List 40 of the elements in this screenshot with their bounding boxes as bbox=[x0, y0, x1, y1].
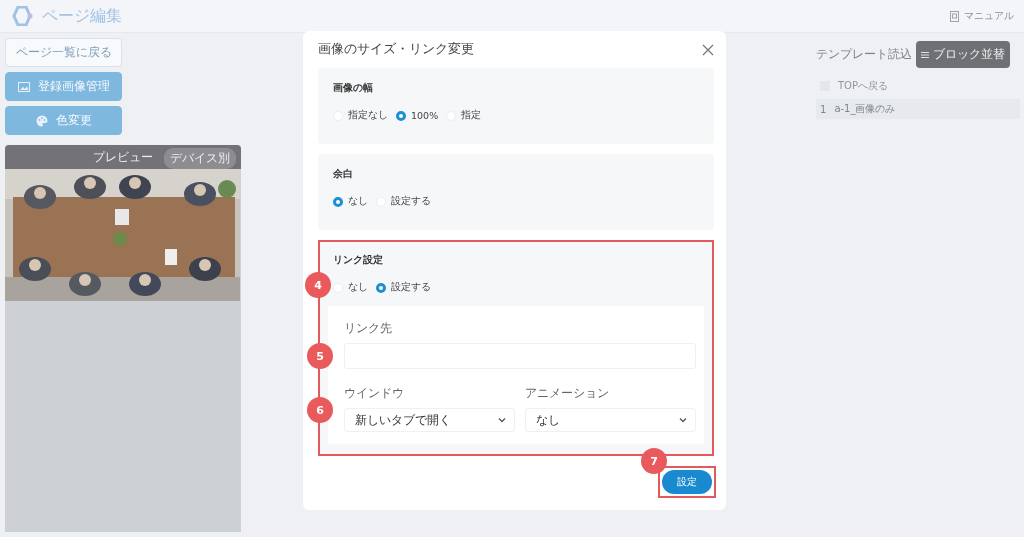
block-item[interactable]: 1 a-1_画像のみ bbox=[816, 99, 1020, 119]
dropdown[interactable]: なし bbox=[525, 408, 696, 432]
radio-option[interactable]: 設定する bbox=[376, 281, 431, 294]
logo-icon bbox=[12, 6, 34, 26]
preview-title: プレビュー bbox=[93, 148, 153, 166]
document-icon bbox=[950, 10, 959, 22]
field-label: リンク先 bbox=[344, 320, 393, 337]
step-number-badge: 6 bbox=[307, 397, 333, 423]
step-number-badge: 4 bbox=[305, 272, 331, 298]
radio-option[interactable]: なし bbox=[333, 281, 368, 294]
device-button[interactable]: デバイス別 bbox=[164, 148, 236, 169]
palette-icon bbox=[35, 114, 48, 127]
chevron-icon bbox=[498, 417, 506, 423]
chevron-icon bbox=[679, 417, 687, 423]
field-label: ウインドウ bbox=[344, 385, 405, 402]
section-title: 余白 bbox=[333, 168, 354, 181]
reorder-button[interactable]: ブロック並替 bbox=[916, 41, 1010, 68]
section-title: リンク設定 bbox=[333, 254, 384, 267]
dropdown[interactable]: 新しいタブで開く bbox=[344, 408, 515, 432]
step-number-badge: 5 bbox=[307, 343, 333, 369]
block-label: a-1_画像のみ bbox=[834, 102, 896, 116]
radio-option[interactable]: 指定なし bbox=[333, 109, 388, 122]
section-title: 画像の幅 bbox=[333, 82, 374, 95]
sidebar-button[interactable]: ページ一覧に戻る bbox=[5, 38, 122, 67]
step-number-badge: 7 bbox=[641, 448, 667, 474]
image-icon bbox=[17, 81, 30, 92]
dialog-title: 画像のサイズ・リンク変更 bbox=[318, 41, 474, 58]
block-number: 1 bbox=[820, 103, 827, 115]
block-link[interactable]: TOPへ戻る bbox=[838, 79, 888, 93]
close-icon[interactable] bbox=[702, 43, 714, 56]
radio-option[interactable]: なし bbox=[333, 195, 368, 208]
menu-icon bbox=[921, 51, 929, 58]
field-label: アニメーション bbox=[525, 385, 610, 402]
page-title: ページ編集 bbox=[42, 5, 122, 27]
manual-link[interactable]: マニュアル bbox=[950, 9, 1014, 23]
radio-option[interactable]: 設定する bbox=[376, 195, 431, 208]
radio-option[interactable]: 指定 bbox=[446, 109, 482, 122]
submit-button[interactable]: 設定 bbox=[662, 470, 712, 494]
radio-option[interactable]: 100% bbox=[396, 110, 439, 121]
template-link[interactable]: テンプレート読込 bbox=[816, 46, 912, 63]
